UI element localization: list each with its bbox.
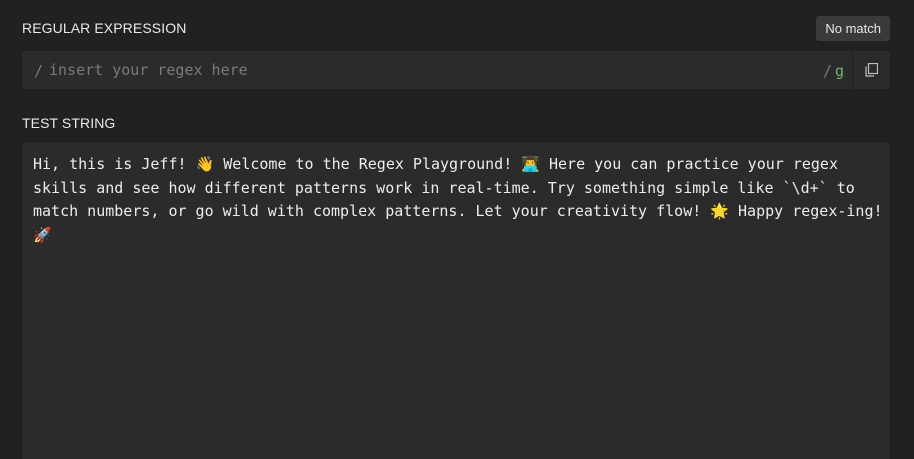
test-string-editor[interactable]: Hi, this is Jeff! 👋 Welcome to the Regex… (22, 142, 890, 459)
match-status-badge: No match (816, 16, 890, 41)
regex-input[interactable] (49, 51, 809, 89)
copy-button[interactable] (853, 51, 890, 89)
regex-flags[interactable]: g (835, 62, 844, 80)
test-string-text: Hi, this is Jeff! 👋 Welcome to the Regex… (33, 155, 892, 244)
regex-close-delimiter: / (822, 62, 832, 80)
regex-open-delimiter: / (34, 62, 44, 80)
regex-section-label: REGULAR EXPRESSION (22, 20, 187, 36)
copy-icon (865, 63, 878, 77)
test-string-label: TEST STRING (22, 115, 116, 131)
regex-input-container: / / g (22, 51, 890, 89)
